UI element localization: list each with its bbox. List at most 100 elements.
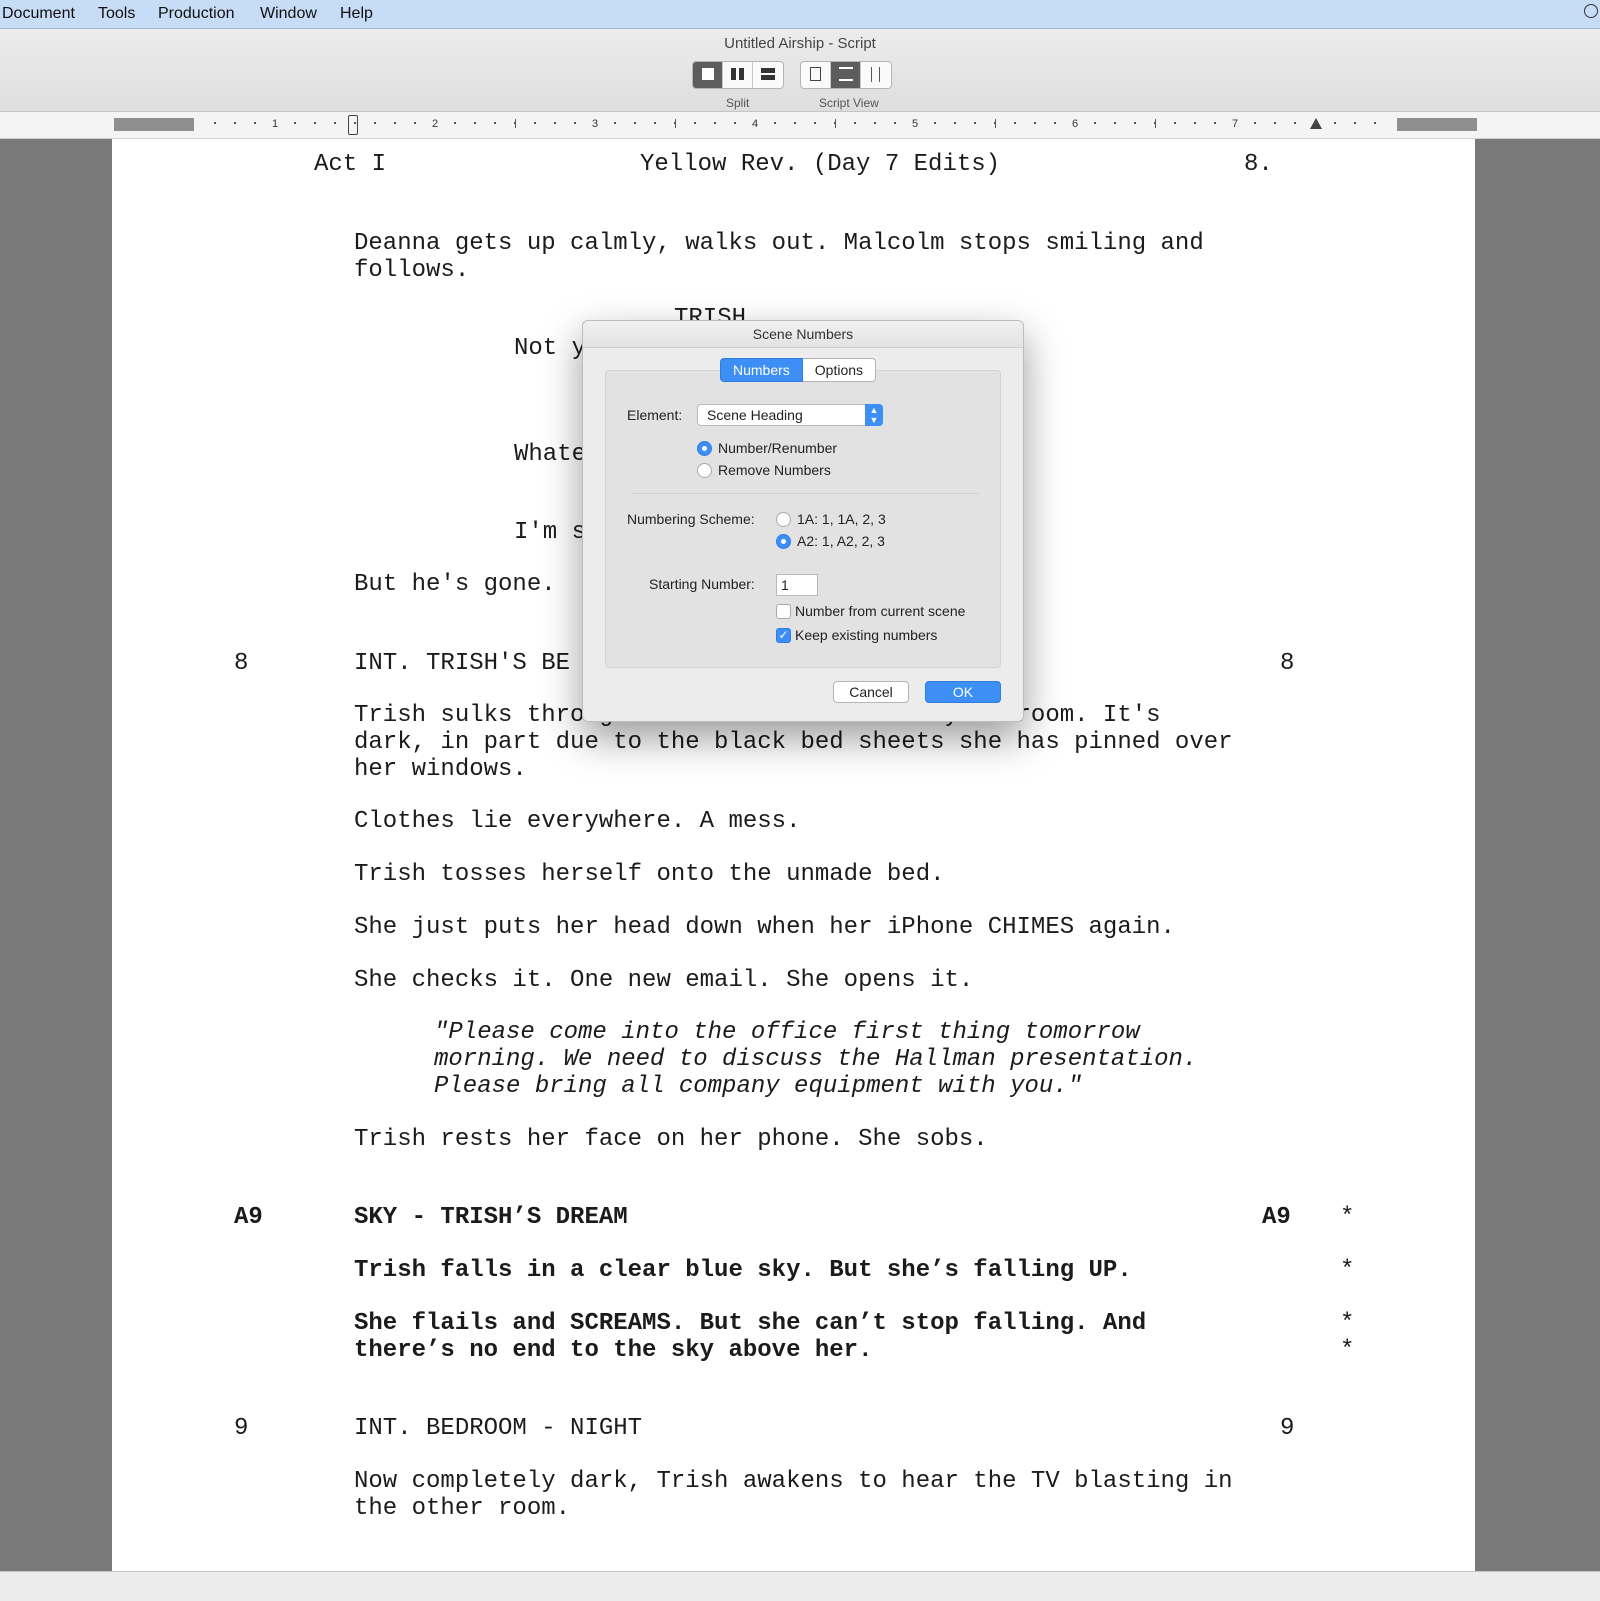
radio-number-renumber[interactable] xyxy=(697,441,712,456)
dialog-tabs: Numbers Options xyxy=(720,358,877,382)
dialogue-line: Whate xyxy=(514,441,587,468)
split-vertical-button[interactable] xyxy=(723,62,753,88)
ruler-tick xyxy=(854,122,856,124)
action-line: Clothes lie everywhere. A mess. xyxy=(354,808,801,835)
ruler-tick xyxy=(814,122,816,124)
radio-scheme-1a[interactable] xyxy=(776,512,791,527)
action-line: the other room. xyxy=(354,1495,571,1522)
normal-view-button[interactable] xyxy=(831,62,861,88)
action-line: But he's gone. xyxy=(354,571,556,598)
ruler-tick xyxy=(1174,122,1176,124)
ruler-tick xyxy=(634,122,636,124)
ruler-tick xyxy=(654,122,656,124)
menu-production[interactable]: Production xyxy=(158,5,235,23)
status-bar xyxy=(0,1571,1600,1601)
ruler-tick xyxy=(774,122,776,124)
menu-window[interactable]: Window xyxy=(260,5,317,23)
radio-remove-numbers-label: Remove Numbers xyxy=(718,462,831,478)
ruler-tick xyxy=(394,122,396,124)
right-indent-marker-icon[interactable] xyxy=(1310,118,1322,129)
scene-number-left: A9 xyxy=(234,1204,263,1231)
page-view-button[interactable] xyxy=(801,62,831,88)
radio-scheme-1a-label: 1A: 1, 1A, 2, 3 xyxy=(797,511,886,527)
starting-number-label: Starting Number: xyxy=(649,576,755,592)
split-horizontal-button[interactable] xyxy=(753,62,783,88)
page-icon xyxy=(810,67,821,81)
horizontal-split-icon xyxy=(761,68,775,73)
action-line: She checks it. One new email. She opens … xyxy=(354,967,974,994)
ruler-tick xyxy=(374,122,376,124)
tab-options[interactable]: Options xyxy=(802,358,877,382)
ruler-tick xyxy=(214,122,216,124)
ruler-number: 3 xyxy=(592,118,599,130)
cancel-button[interactable]: Cancel xyxy=(833,681,909,703)
split-none-button[interactable] xyxy=(693,62,723,88)
ruler-tick xyxy=(734,122,736,124)
action-line: dark, in part due to the black bed sheet… xyxy=(354,729,1233,756)
left-margin-marker[interactable] xyxy=(114,118,194,131)
script-view-control xyxy=(800,61,892,89)
element-select[interactable]: Scene Heading ▲ ▼ xyxy=(697,404,883,426)
action-line: She just puts her head down when her iPh… xyxy=(354,914,1175,941)
scene-number-right: 9 xyxy=(1280,1415,1295,1442)
radio-scheme-a2[interactable] xyxy=(776,534,791,549)
ruler-tick xyxy=(1014,122,1016,124)
ruler-tick xyxy=(894,122,896,124)
menu-document[interactable]: Document xyxy=(2,5,75,23)
indent-marker-icon[interactable] xyxy=(348,115,358,135)
ruler-tick xyxy=(1334,122,1336,124)
tab-numbers[interactable]: Numbers xyxy=(720,358,803,382)
ruler-tick xyxy=(974,122,976,124)
ruler-tick xyxy=(1254,122,1256,124)
ruler-tick xyxy=(414,122,416,124)
ruler-tick xyxy=(474,122,476,124)
ruler-tick xyxy=(354,122,356,124)
ruler-number: 6 xyxy=(1072,118,1079,130)
menu-tools[interactable]: Tools xyxy=(98,5,135,23)
scene-heading: SKY - TRISH’S DREAM xyxy=(354,1204,628,1231)
menu-help[interactable]: Help xyxy=(340,5,373,23)
checkbox-number-from-current[interactable] xyxy=(776,604,791,619)
ruler-tick xyxy=(554,122,556,124)
ruler-tick xyxy=(694,122,696,124)
ruler-tick xyxy=(674,122,676,124)
ruler-tick xyxy=(334,122,336,124)
email-text: morning. We need to discuss the Hallman … xyxy=(434,1046,1198,1073)
ruler-number: 2 xyxy=(432,118,439,130)
ruler-tick xyxy=(1114,122,1116,124)
ruler-tick xyxy=(314,122,316,124)
ruler-number: 4 xyxy=(752,118,759,130)
ruler[interactable]: 1 2 3 4 5 6 7 xyxy=(0,112,1600,139)
vertical-split-icon xyxy=(731,68,736,80)
right-margin-marker[interactable] xyxy=(1397,118,1477,131)
ruler-tick xyxy=(994,122,996,124)
scene-heading: INT. BEDROOM - NIGHT xyxy=(354,1415,643,1442)
speed-view-button[interactable] xyxy=(861,62,891,88)
action-line: follows. xyxy=(354,257,470,284)
ruler-tick xyxy=(1194,122,1196,124)
header-act: Act I xyxy=(314,151,387,178)
ruler-tick xyxy=(494,122,496,124)
split-control xyxy=(692,61,784,89)
header-revision: Yellow Rev. (Day 7 Edits) xyxy=(640,151,1001,178)
notification-icon[interactable] xyxy=(1584,4,1598,18)
action-line: She flails and SCREAMS. But she can’t st… xyxy=(354,1310,1147,1337)
ok-button[interactable]: OK xyxy=(925,681,1001,703)
checkbox-keep-existing[interactable]: ✓ xyxy=(776,628,791,643)
ruler-tick xyxy=(234,122,236,124)
radio-remove-numbers[interactable] xyxy=(697,463,712,478)
revision-mark: * xyxy=(1340,1257,1355,1284)
ruler-tick xyxy=(1354,122,1356,124)
scene-number-left: 9 xyxy=(234,1415,249,1442)
script-page-icon xyxy=(839,67,853,81)
action-line: Trish falls in a clear blue sky. But she… xyxy=(354,1257,1132,1284)
single-pane-icon xyxy=(702,68,714,80)
window-toolbar: Untitled Airship - Script Split Script V… xyxy=(0,29,1600,112)
scene-number-right: 8 xyxy=(1280,650,1295,677)
scene-heading: INT. TRISH'S BE xyxy=(354,650,571,677)
chevron-up-down-icon: ▲ ▼ xyxy=(865,404,883,426)
scene-number-left: 8 xyxy=(234,650,249,677)
split-label: Split xyxy=(726,96,750,110)
starting-number-input[interactable]: 1 xyxy=(776,574,818,596)
ruler-tick xyxy=(454,122,456,124)
